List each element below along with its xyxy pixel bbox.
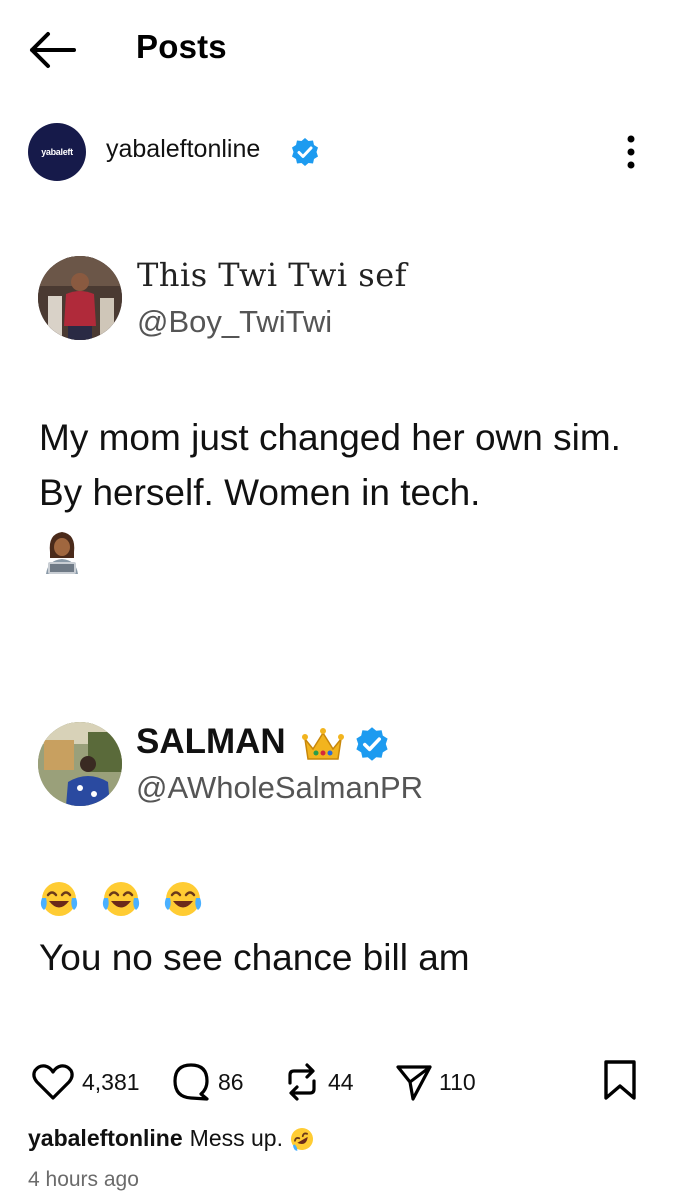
heart-icon	[32, 1064, 74, 1100]
verified-badge-icon	[292, 138, 318, 166]
verified-badge-icon	[356, 727, 388, 761]
woman-technologist-emoji	[46, 532, 78, 574]
bookmark-icon[interactable]	[600, 1058, 640, 1102]
post-caption: yabaleftonline Mess up.	[28, 1125, 315, 1152]
face-with-tears-of-joy-emoji	[164, 882, 202, 916]
tweet-2-display-name: SALMAN	[136, 722, 286, 761]
tweet-1-avatar	[38, 256, 122, 340]
author-username[interactable]: yabaleftonline	[106, 135, 260, 164]
send-icon	[396, 1065, 432, 1101]
crown-emoji	[302, 728, 344, 760]
comment-icon	[173, 1063, 209, 1101]
share-button[interactable]: 110	[395, 1060, 476, 1104]
avatar-logo-text: yabaleft	[41, 147, 73, 157]
face-with-tears-of-joy-emoji	[40, 882, 78, 916]
tweet-1-avatar-image	[38, 256, 122, 340]
tweet-2-avatar-image	[38, 722, 122, 806]
page-title: Posts	[136, 28, 227, 65]
tweet-1-display-name: This Twi Twi sef	[137, 256, 407, 294]
tweet-2-text: You no see chance bill am	[39, 937, 470, 978]
like-button[interactable]: 4,381	[30, 1060, 140, 1104]
laugh-emoji-row	[38, 878, 204, 920]
caption-username[interactable]: yabaleftonline	[28, 1125, 183, 1152]
face-with-tears-of-joy-emoji	[102, 882, 140, 916]
author-avatar[interactable]: yabaleft	[28, 123, 86, 181]
share-count: 110	[439, 1068, 476, 1095]
like-count: 4,381	[82, 1068, 140, 1095]
tweet-1-text: My mom just changed her own sim. By hers…	[39, 417, 621, 513]
repost-count: 44	[328, 1068, 354, 1095]
repost-button[interactable]: 44	[282, 1060, 354, 1104]
tweet-1-handle: @Boy_TwiTwi	[137, 304, 333, 339]
caption-text: Mess up.	[189, 1125, 283, 1151]
rolling-on-floor-laughing-emoji	[290, 1127, 313, 1151]
tweet-2-avatar	[38, 722, 122, 806]
tweet-2-handle: @AWholeSalmanPR	[136, 770, 424, 805]
comment-button[interactable]: 86	[170, 1060, 244, 1104]
repost-icon	[288, 1063, 316, 1101]
post-timestamp: 4 hours ago	[28, 1168, 139, 1191]
arrow-left-icon[interactable]	[26, 30, 78, 70]
more-vertical-icon[interactable]	[616, 130, 646, 174]
comment-count: 86	[218, 1068, 244, 1095]
